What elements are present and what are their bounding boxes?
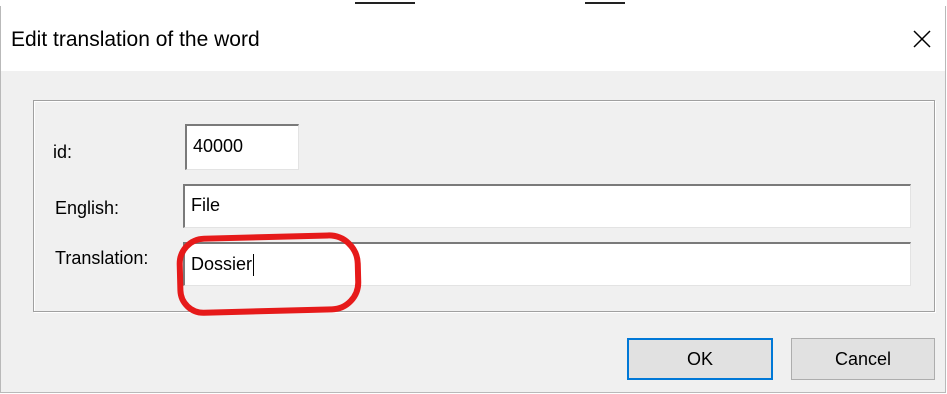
background-window-mark — [355, 2, 415, 4]
translation-label: Translation: — [55, 248, 149, 268]
edit-translation-dialog: Edit translation of the word id: 40000 E… — [0, 6, 946, 393]
cancel-button[interactable]: Cancel — [791, 338, 935, 380]
english-field[interactable]: File — [183, 184, 911, 228]
title-bar[interactable]: Edit translation of the word — [1, 6, 945, 71]
text-caret — [253, 254, 255, 277]
close-button[interactable] — [899, 14, 945, 64]
dialog-title: Edit translation of the word — [11, 28, 260, 51]
screenshot-page: Edit translation of the word id: 40000 E… — [0, 0, 947, 394]
id-field[interactable]: 40000 — [185, 124, 299, 170]
close-icon — [913, 30, 931, 48]
id-label: id: — [53, 142, 73, 162]
ok-button[interactable]: OK — [627, 338, 773, 380]
english-field-value: File — [191, 195, 221, 215]
background-window-mark — [585, 2, 625, 4]
translation-field-value: Dossier — [191, 254, 253, 274]
id-field-value: 40000 — [193, 136, 244, 156]
translation-field[interactable]: Dossier — [183, 242, 911, 286]
english-label: English: — [55, 198, 120, 218]
